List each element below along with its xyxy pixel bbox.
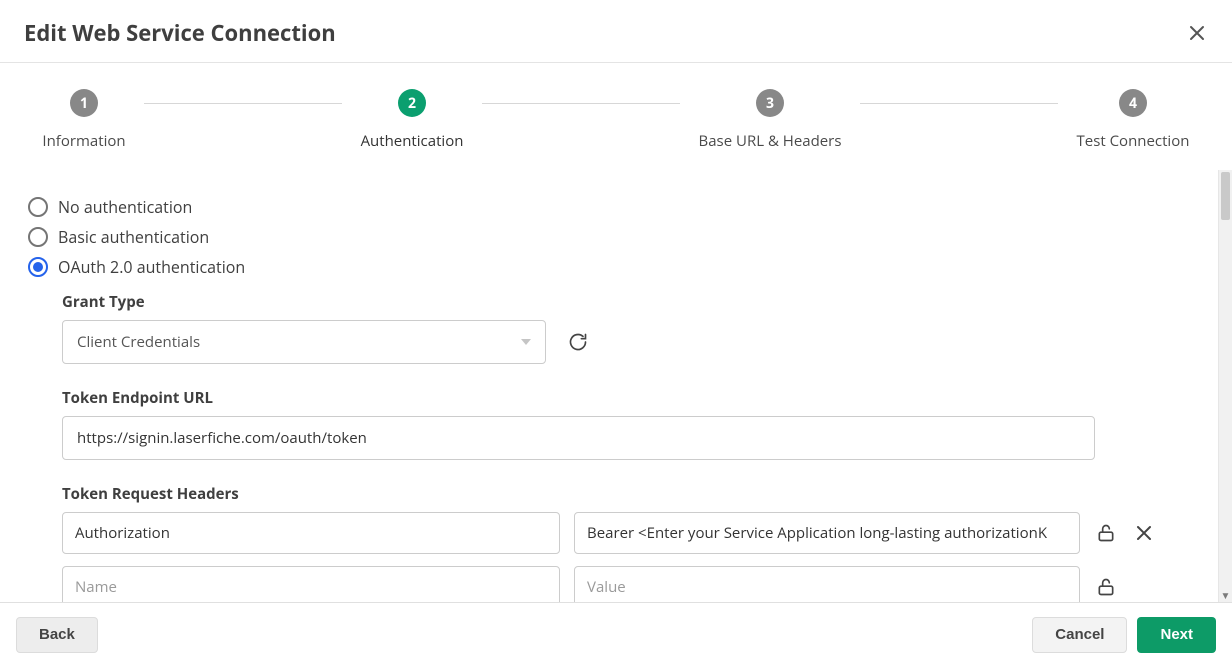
step-authentication[interactable]: 2 Authentication — [342, 89, 482, 151]
dialog-title: Edit Web Service Connection — [24, 18, 336, 48]
grant-type-value: Client Credentials — [77, 332, 200, 352]
auth-form: No authentication Basic authentication O… — [0, 170, 1232, 602]
radio-label: No authentication — [58, 196, 192, 218]
step-test-connection[interactable]: 4 Test Connection — [1058, 89, 1208, 151]
header-row — [62, 512, 1204, 554]
header-name-input[interactable] — [62, 566, 560, 602]
token-headers-label: Token Request Headers — [62, 484, 1204, 504]
header-row — [62, 566, 1204, 602]
radio-oauth[interactable]: OAuth 2.0 authentication — [28, 256, 1204, 278]
next-button[interactable]: Next — [1137, 617, 1216, 653]
header-name-input[interactable] — [62, 512, 560, 554]
unlock-icon[interactable] — [1094, 575, 1118, 599]
next-label: Next — [1160, 626, 1193, 643]
scrollbar-thumb[interactable] — [1221, 172, 1230, 220]
remove-header-icon[interactable] — [1132, 521, 1156, 545]
step-label: Test Connection — [1077, 131, 1190, 151]
chevron-down-icon — [521, 339, 531, 345]
unlock-icon[interactable] — [1094, 521, 1118, 545]
radio-label: Basic authentication — [58, 226, 209, 248]
step-base-url-headers[interactable]: 3 Base URL & Headers — [680, 89, 860, 151]
step-label: Information — [42, 131, 125, 151]
radio-icon — [28, 257, 48, 277]
wizard-stepper: 1 Information 2 Authentication 3 Base UR… — [0, 63, 1232, 151]
step-label: Authentication — [361, 131, 464, 151]
token-url-input[interactable] — [62, 416, 1095, 460]
step-label: Base URL & Headers — [699, 131, 842, 151]
grant-type-select[interactable]: Client Credentials — [62, 320, 546, 364]
radio-icon — [28, 227, 48, 247]
cancel-button[interactable]: Cancel — [1032, 617, 1127, 653]
scroll-down-icon[interactable]: ▼ — [1219, 588, 1232, 602]
grant-type-label: Grant Type — [62, 292, 1204, 312]
step-number: 1 — [70, 89, 98, 117]
cancel-label: Cancel — [1055, 626, 1104, 643]
token-url-label: Token Endpoint URL — [62, 388, 1204, 408]
radio-label: OAuth 2.0 authentication — [58, 256, 245, 278]
step-number: 2 — [398, 89, 426, 117]
header-value-input[interactable] — [574, 512, 1080, 554]
close-icon[interactable] — [1186, 22, 1208, 44]
step-number: 4 — [1119, 89, 1147, 117]
refresh-icon[interactable] — [566, 330, 590, 354]
radio-basic-auth[interactable]: Basic authentication — [28, 226, 1204, 248]
radio-icon — [28, 197, 48, 217]
step-information[interactable]: 1 Information — [24, 89, 144, 151]
header-value-input[interactable] — [574, 566, 1080, 602]
back-button[interactable]: Back — [16, 617, 98, 653]
scrollbar[interactable]: ▼ — [1218, 170, 1232, 602]
back-label: Back — [39, 626, 75, 643]
step-number: 3 — [756, 89, 784, 117]
radio-no-auth[interactable]: No authentication — [28, 196, 1204, 218]
